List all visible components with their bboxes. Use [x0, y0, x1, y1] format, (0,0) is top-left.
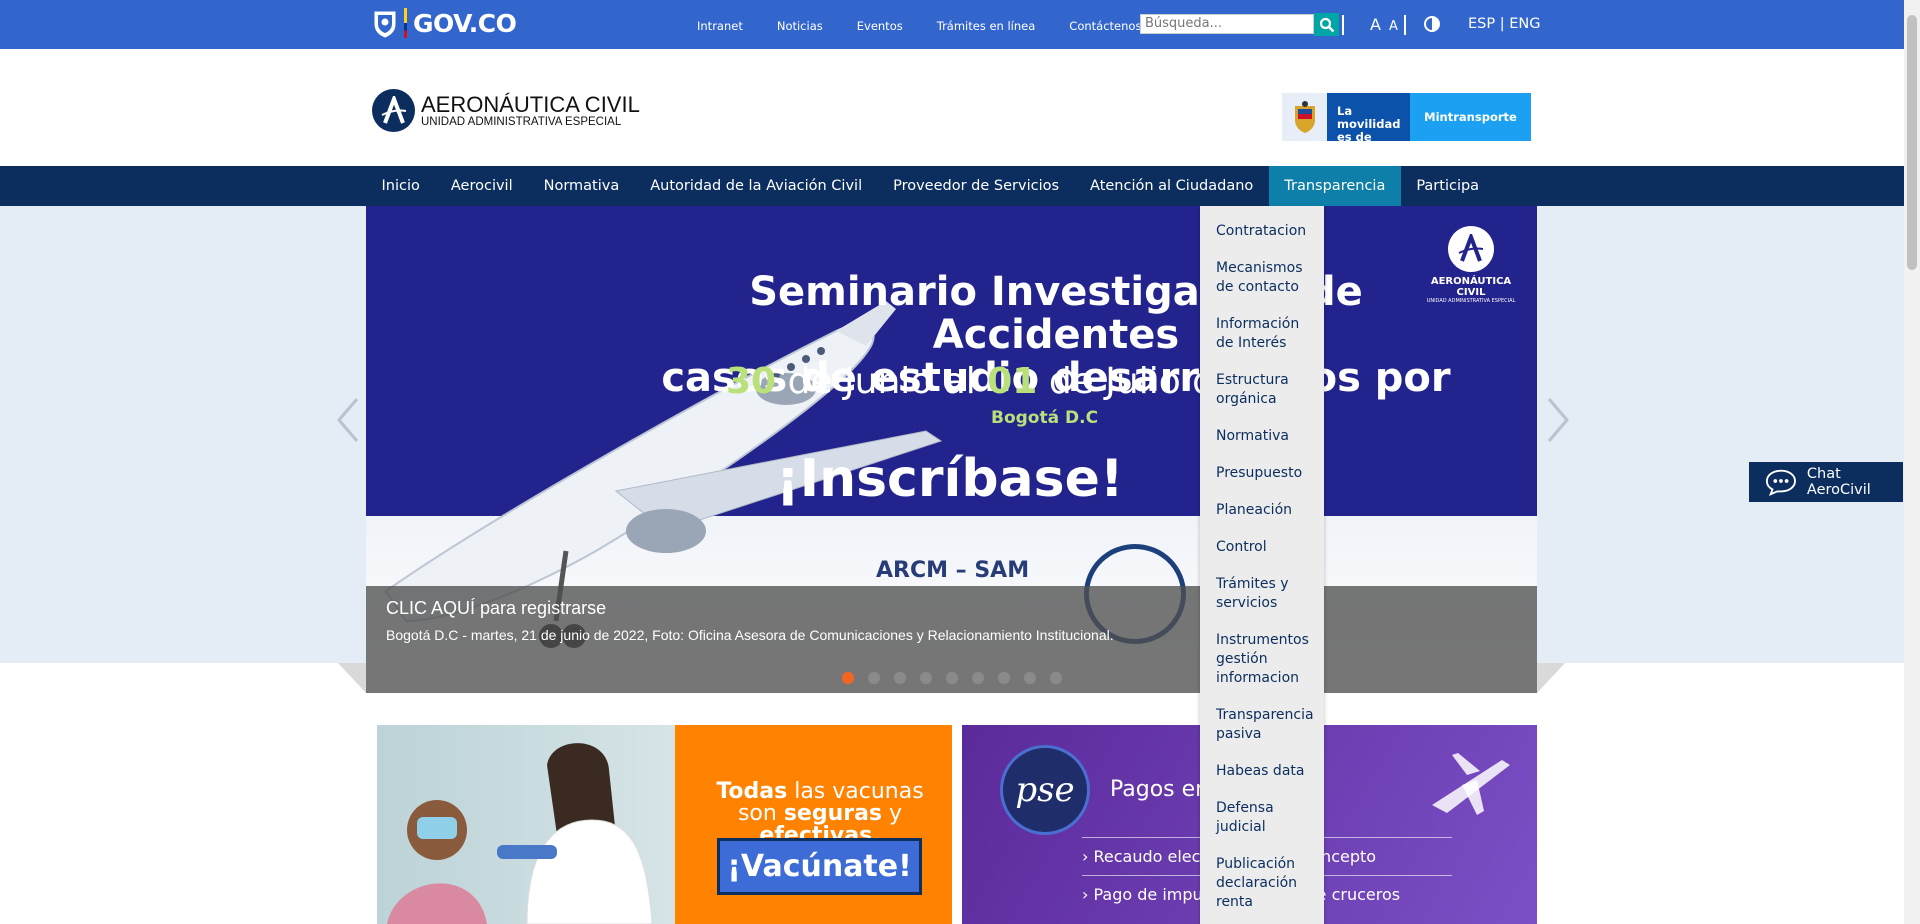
slide-date-mid: de Junio al [787, 361, 976, 402]
chat-bubble-icon [1765, 469, 1796, 496]
slide-date-day1: 30 [726, 361, 777, 402]
gov-top-bar: GOV.CO Intranet Noticias Eventos Trámite… [0, 0, 1920, 49]
menu-item-presupuesto[interactable]: Presupuesto [1200, 456, 1324, 493]
page-scrollbar[interactable] [1904, 0, 1920, 924]
nav-item-atencion[interactable]: Atención al Ciudadano [1075, 166, 1269, 206]
lang-esp-link[interactable]: ESP [1468, 16, 1495, 32]
language-switch: ESP | ENG [1468, 16, 1540, 32]
pse-logo: pse [1000, 745, 1090, 835]
divider [1342, 15, 1344, 35]
menu-item-informacion-interes[interactable]: Información de Interés [1200, 307, 1324, 363]
vaccination-photo [377, 725, 675, 924]
colombia-coat-of-arms-icon [1282, 93, 1327, 141]
gov-link-intranet[interactable]: Intranet [697, 19, 743, 33]
gov-links: Intranet Noticias Eventos Trámites en lí… [697, 19, 1175, 33]
gov-co-logo[interactable]: GOV.CO [372, 8, 517, 38]
slide-city: Bogotá D.C [991, 408, 1099, 428]
carousel-dot[interactable] [868, 672, 880, 684]
slide-cta: ¡Inscríbase! [776, 449, 1124, 509]
chevron-right-icon: › [1082, 885, 1089, 904]
slide-logo-subtitle: UNIDAD ADMINISTRATIVA ESPECIAL [1426, 298, 1516, 304]
nav-item-inicio[interactable]: Inicio [366, 166, 435, 206]
menu-item-transparencia-pasiva[interactable]: Transparencia pasiva [1200, 698, 1324, 754]
nav-item-normativa[interactable]: Normativa [528, 166, 635, 206]
menu-item-contratacion[interactable]: Contratacion [1200, 214, 1324, 251]
nav-item-proveedor[interactable]: Proveedor de Servicios [878, 166, 1075, 206]
slide-logo-title: AERONÁUTICA CIVIL [1430, 276, 1512, 298]
font-size-controls: A A [1370, 15, 1398, 34]
ribbon-fold-right [1537, 663, 1565, 693]
lang-separator: | [1499, 16, 1505, 32]
search-button[interactable] [1314, 13, 1339, 36]
menu-item-estructura-organica[interactable]: Estructura orgánica [1200, 363, 1324, 419]
slide-aerocivil-logo: AERONÁUTICA CIVIL UNIDAD ADMINISTRATIVA … [1421, 226, 1521, 304]
lang-eng-link[interactable]: ENG [1509, 16, 1540, 32]
flag-separator [404, 8, 407, 38]
carousel-prev-arrow-icon[interactable] [333, 395, 363, 445]
arcm-sam-logo: ARCM – SAM [876, 558, 1030, 583]
gov-co-text: GOV.CO [413, 8, 517, 38]
menu-item-tramites-servicios[interactable]: Trámites y servicios [1200, 567, 1324, 623]
gov-link-noticias[interactable]: Noticias [777, 19, 823, 33]
search-input[interactable]: Búsqueda... [1140, 14, 1314, 34]
contrast-icon[interactable] [1423, 15, 1441, 33]
carousel-indicators [842, 672, 1062, 684]
vaccinate-button[interactable]: ¡Vacúnate! [717, 838, 922, 895]
carousel-dot[interactable] [972, 672, 984, 684]
search-icon [1319, 17, 1334, 32]
aerocivil-title: AERONÁUTICA CIVIL [421, 91, 640, 117]
menu-item-planeacion[interactable]: Planeación [1200, 493, 1324, 530]
menu-item-instrumentos-gestion[interactable]: Instrumentos gestión informacion [1200, 623, 1324, 698]
nav-item-transparencia[interactable]: Transparencia [1268, 166, 1401, 206]
carousel-dot[interactable] [842, 672, 854, 684]
carousel-dot[interactable] [1050, 672, 1062, 684]
menu-item-habeas-data[interactable]: Habeas data [1200, 754, 1324, 791]
aerocivil-a-icon [1448, 226, 1494, 272]
nav-item-aerocivil[interactable]: Aerocivil [435, 166, 528, 206]
aerocivil-subtitle: UNIDAD ADMINISTRATIVA ESPECIAL [421, 115, 622, 128]
airplane-icon [1432, 753, 1510, 815]
carousel-dot[interactable] [894, 672, 906, 684]
gov-link-tramites[interactable]: Trámites en línea [937, 19, 1036, 33]
nav-item-participa[interactable]: Participa [1401, 166, 1495, 206]
pse-title: Pagos en [1110, 777, 1210, 802]
vaccine-banner[interactable]: Todas las vacunas son seguras y efectiva… [377, 725, 952, 924]
aerocivil-a-icon [372, 89, 415, 132]
partner-name: Mintransporte [1410, 93, 1531, 141]
chat-aerocivil-button[interactable]: Chat AeroCivil [1749, 462, 1903, 502]
font-decrease-button[interactable]: A [1389, 19, 1398, 34]
slide-date-day2: 01 [987, 361, 1038, 402]
chevron-right-icon: › [1082, 847, 1089, 866]
gov-link-eventos[interactable]: Eventos [857, 19, 903, 33]
transparencia-dropdown-menu: Contratacion Mecanismos de contacto Info… [1200, 206, 1324, 924]
font-increase-button[interactable]: A [1370, 15, 1381, 34]
menu-item-normativa[interactable]: Normativa [1200, 419, 1324, 456]
caption-text: Bogotá D.C - martes, 21 de junio de 2022… [386, 627, 1114, 643]
partner-slogan: La movilidad es de todos [1327, 93, 1410, 157]
carousel-dot[interactable] [946, 672, 958, 684]
chat-label: Chat AeroCivil [1806, 466, 1871, 498]
divider [1404, 15, 1406, 35]
menu-item-mecanismos-contacto[interactable]: Mecanismos de contacto [1200, 251, 1324, 307]
gov-link-contactenos[interactable]: Contáctenos [1069, 19, 1141, 33]
caption-title-link[interactable]: CLIC AQUÍ para registrarse [386, 598, 606, 619]
menu-item-defensa-judicial[interactable]: Defensa judicial [1200, 791, 1324, 847]
main-navigation: Inicio Aerocivil Normativa Autoridad de … [0, 166, 1904, 206]
menu-item-declaracion-renta[interactable]: Publicación declaración renta [1200, 847, 1324, 922]
vaccine-text2: y [889, 801, 903, 826]
aerocivil-logo[interactable]: AERONÁUTICA CIVIL UNIDAD ADMINISTRATIVA … [372, 89, 640, 132]
carousel-dot[interactable] [1024, 672, 1036, 684]
carousel-dot[interactable] [998, 672, 1010, 684]
nav-item-autoridad[interactable]: Autoridad de la Aviación Civil [635, 166, 878, 206]
menu-item-control[interactable]: Control [1200, 530, 1324, 567]
slide-date: 30 de Junio al 01 de Julio de [726, 361, 1237, 402]
mintransporte-logo[interactable]: La movilidad es de todos Mintransporte [1282, 93, 1531, 157]
carousel-next-arrow-icon[interactable] [1543, 395, 1573, 445]
scrollbar-thumb[interactable] [1907, 15, 1917, 270]
colombia-shield-icon [374, 11, 396, 38]
carousel-dot[interactable] [920, 672, 932, 684]
slide-heading-line1: Seminario Investigación de Accidentes [749, 269, 1363, 358]
ribbon-fold-left [338, 663, 366, 693]
